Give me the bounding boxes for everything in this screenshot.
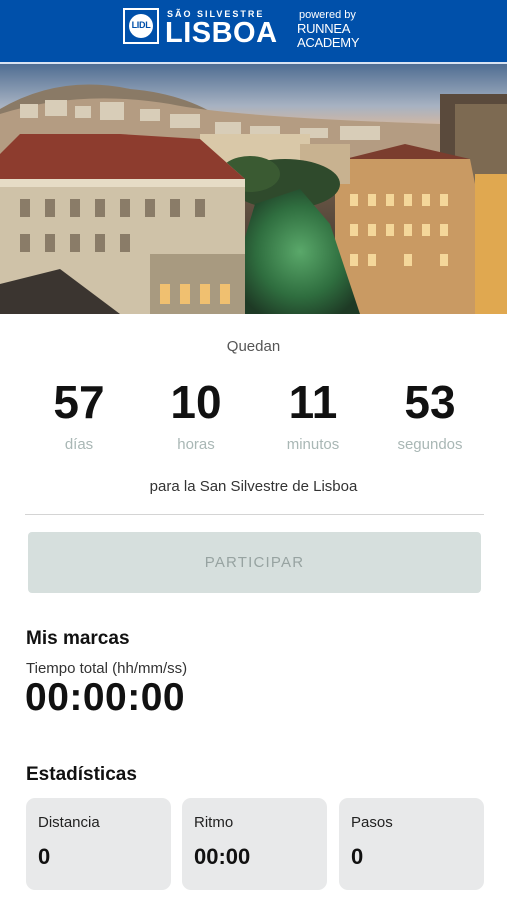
stat-steps-value: 0 [351, 844, 364, 869]
countdown-minutes: 11 minutos [254, 372, 372, 453]
countdown-minutes-label: minutos [286, 436, 340, 453]
countdown-hours-label: horas [177, 436, 215, 453]
total-time-label: Tiempo total (hh/mm/ss) [26, 660, 188, 677]
section-divider [25, 514, 484, 515]
stat-card-pace: Ritmo 00:00 [182, 798, 327, 890]
countdown-seconds-label: segundos [397, 436, 463, 453]
stat-card-steps: Pasos 0 [339, 798, 484, 890]
city-photo-icon [0, 64, 507, 314]
total-time-value: 00:00:00 [25, 676, 186, 719]
countdown-hours-value: 10 [170, 376, 222, 428]
stat-distance-label: Distancia [38, 814, 100, 831]
stat-steps-label: Pasos [351, 814, 393, 831]
stat-card-distance: Distancia 0 [26, 798, 171, 890]
app-header: LIDL SÃO SILVESTRE LISBOA powered by RUN… [0, 0, 507, 62]
runnea-academy-logo: RUNNEA ACADEMY [297, 21, 360, 50]
lidl-logo: LIDL [123, 8, 159, 44]
event-title: LISBOA [165, 17, 278, 49]
countdown-days: 57 días [20, 372, 138, 453]
sponsor-line-1: RUNNEA [297, 21, 351, 36]
countdown-minutes-value: 11 [288, 376, 338, 428]
countdown-days-value: 57 [53, 376, 105, 428]
countdown-days-label: días [64, 436, 94, 453]
participate-button[interactable]: PARTICIPAR [28, 532, 481, 593]
statistics-title: Estadísticas [26, 764, 137, 785]
countdown-footer: para la San Silvestre de Lisboa [149, 478, 358, 495]
stat-distance-value: 0 [38, 844, 51, 869]
powered-by-text: powered by [299, 9, 356, 21]
countdown-seconds: 53 segundos [371, 372, 489, 453]
stat-pace-label: Ritmo [194, 814, 234, 831]
lidl-logo-text: LIDL [131, 20, 151, 30]
my-records-title: Mis marcas [26, 628, 130, 649]
sponsor-line-2: ACADEMY [297, 35, 360, 50]
countdown-hours: 10 horas [137, 372, 255, 453]
stat-pace-value: 00:00 [194, 844, 251, 869]
countdown-seconds-value: 53 [404, 376, 456, 428]
hero-city-photo [0, 64, 507, 314]
countdown-heading: Quedan [226, 338, 281, 355]
